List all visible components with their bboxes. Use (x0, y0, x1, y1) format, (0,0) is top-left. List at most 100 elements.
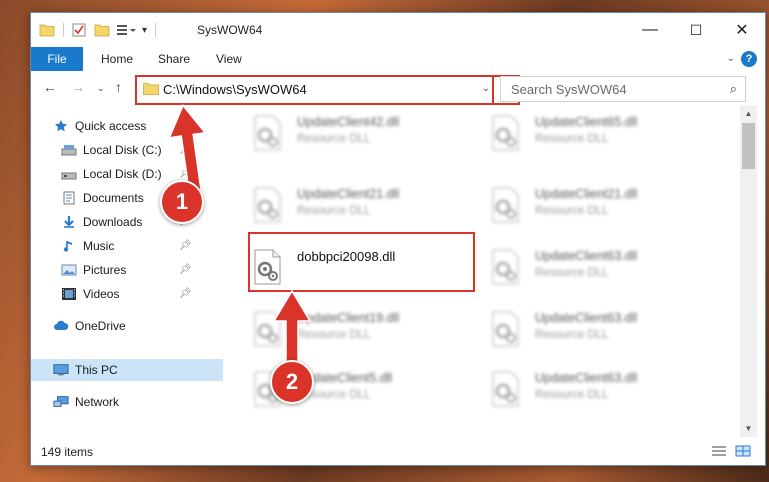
list-item[interactable]: UpdateClient63.dll Resource DLL (489, 245, 719, 289)
search-input[interactable]: Search SysWOW64 ⌕ (500, 76, 746, 102)
network-icon (53, 395, 69, 409)
chevron-down-icon[interactable]: ⌄ (482, 83, 490, 94)
dll-file-icon (492, 249, 519, 285)
title-bar: ▾ SysWOW64 — ☐ ✕ (31, 13, 765, 47)
pin-icon[interactable]: 📌︎ (179, 264, 192, 275)
window-title: SysWOW64 (197, 23, 263, 37)
file-type: Resource DLL (297, 133, 371, 145)
cloud-icon (53, 319, 69, 333)
new-folder-icon[interactable] (94, 23, 110, 37)
forward-button[interactable]: → (71, 79, 85, 95)
scroll-down-icon[interactable]: ▼ (740, 420, 757, 437)
dll-file-icon (254, 115, 281, 151)
sidebar-item-videos[interactable]: Videos 📌︎ (31, 283, 223, 305)
chevron-down-icon[interactable]: ▾ (142, 25, 147, 36)
list-item[interactable]: UpdateClient21.dll Resource DLL (251, 183, 481, 227)
sidebar-item-label: OneDrive (75, 319, 126, 333)
list-item[interactable]: UpdateClient63.dll Resource DLL (489, 367, 719, 411)
item-count: 149 items (41, 445, 94, 459)
explorer-window: ▾ SysWOW64 — ☐ ✕ File Home Share View ⌄ … (30, 12, 766, 466)
file-name: UpdateClient21.dll (535, 187, 638, 201)
sidebar-item-label: Documents (83, 191, 144, 205)
list-item[interactable]: UpdateClient21.dll Resource DLL (489, 183, 719, 227)
dll-file-icon (492, 371, 519, 407)
ribbon-tabs: File Home Share View ⌄ ? (31, 47, 765, 72)
maximize-button[interactable]: ☐ (673, 13, 719, 47)
sidebar-item-network[interactable]: Network (31, 391, 223, 413)
file-type: Resource DLL (535, 329, 609, 341)
file-type: Resource DLL (297, 205, 371, 217)
star-icon (53, 119, 69, 133)
documents-icon (61, 191, 77, 205)
tab-share[interactable]: Share (158, 47, 190, 71)
music-icon (61, 239, 77, 253)
sidebar-item-label: Local Disk (C:) (83, 143, 162, 157)
highlight-box (248, 232, 475, 292)
drive-icon (61, 143, 77, 157)
dll-file-icon (254, 187, 281, 223)
sidebar-item-this-pc[interactable]: This PC (31, 359, 223, 381)
file-type: Resource DLL (535, 267, 609, 279)
list-item[interactable]: UpdateClient63.dll Resource DLL (489, 307, 719, 351)
recent-locations-icon[interactable]: ⌄ (97, 83, 105, 94)
sidebar-item-label: Music (83, 239, 115, 253)
file-name: UpdateClient63.dll (535, 311, 638, 325)
dll-file-icon (492, 187, 519, 223)
file-type: Resource DLL (535, 133, 609, 145)
sidebar-item-label: Quick access (75, 119, 147, 133)
drive-icon (61, 167, 77, 181)
sidebar-item-music[interactable]: Music 📌︎ (31, 235, 223, 257)
sidebar-item-label: Videos (83, 287, 120, 301)
file-type: Resource DLL (535, 205, 609, 217)
file-name: UpdateClient42.dll (297, 115, 400, 129)
list-item[interactable]: UpdateClient65.dll Resource DLL (489, 111, 719, 155)
sidebar-item-label: Pictures (83, 263, 127, 277)
file-name: UpdateClient65.dll (535, 115, 638, 129)
sidebar-item-label: This PC (75, 363, 118, 377)
scroll-thumb[interactable] (742, 123, 755, 169)
sidebar-item-label: Local Disk (D:) (83, 167, 162, 181)
tab-view[interactable]: View (216, 47, 242, 71)
close-button[interactable]: ✕ (719, 13, 765, 47)
help-button[interactable]: ? (741, 51, 757, 67)
file-name: UpdateClient63.dll (535, 249, 638, 263)
sidebar-item-onedrive[interactable]: OneDrive (31, 315, 223, 337)
computer-icon (53, 363, 69, 377)
customize-toolbar-icon[interactable] (116, 23, 138, 37)
step-2-badge: 2 (270, 360, 314, 404)
sidebar-item-label: Downloads (83, 215, 143, 229)
file-name: UpdateClient21.dll (297, 187, 400, 201)
address-path: C:\Windows\SysWOW64 (163, 82, 307, 97)
step-1-badge: 1 (160, 180, 204, 224)
download-icon (61, 215, 77, 229)
folder-icon (143, 83, 159, 95)
list-item[interactable]: UpdateClient42.dll Resource DLL (251, 111, 481, 155)
pictures-icon (61, 263, 77, 277)
expand-ribbon-icon[interactable]: ⌄ (727, 53, 735, 64)
large-icons-view-icon[interactable] (735, 445, 751, 457)
sidebar-item-label: Network (75, 395, 120, 409)
properties-icon[interactable] (72, 23, 86, 37)
details-view-icon[interactable] (711, 445, 727, 457)
back-button[interactable]: ← (43, 79, 57, 95)
videos-icon (61, 287, 77, 301)
tab-file[interactable]: File (31, 47, 83, 71)
status-bar: 149 items (31, 437, 765, 465)
pin-icon[interactable]: 📌︎ (179, 240, 192, 251)
dll-file-icon (492, 311, 519, 347)
dll-file-icon (492, 115, 519, 151)
quick-access-toolbar: ▾ (39, 22, 164, 38)
minimize-button[interactable]: — (627, 13, 673, 47)
search-icon: ⌕ (729, 81, 737, 96)
vertical-scrollbar[interactable]: ▲ ▼ (740, 105, 757, 437)
search-placeholder: Search SysWOW64 (511, 82, 627, 97)
tab-home[interactable]: Home (101, 47, 133, 71)
file-type: Resource DLL (535, 389, 609, 401)
scroll-up-icon[interactable]: ▲ (740, 105, 757, 122)
file-name: UpdateClient63.dll (535, 371, 638, 385)
navigation-bar: ← → ⌄ ↑ C:\Windows\SysWOW64 ⌄ ↻ Search S… (31, 71, 765, 105)
up-button[interactable]: ↑ (115, 79, 122, 95)
sidebar-item-pictures[interactable]: Pictures 📌︎ (31, 259, 223, 281)
pin-icon[interactable]: 📌︎ (179, 288, 192, 299)
folder-icon[interactable] (39, 23, 55, 37)
